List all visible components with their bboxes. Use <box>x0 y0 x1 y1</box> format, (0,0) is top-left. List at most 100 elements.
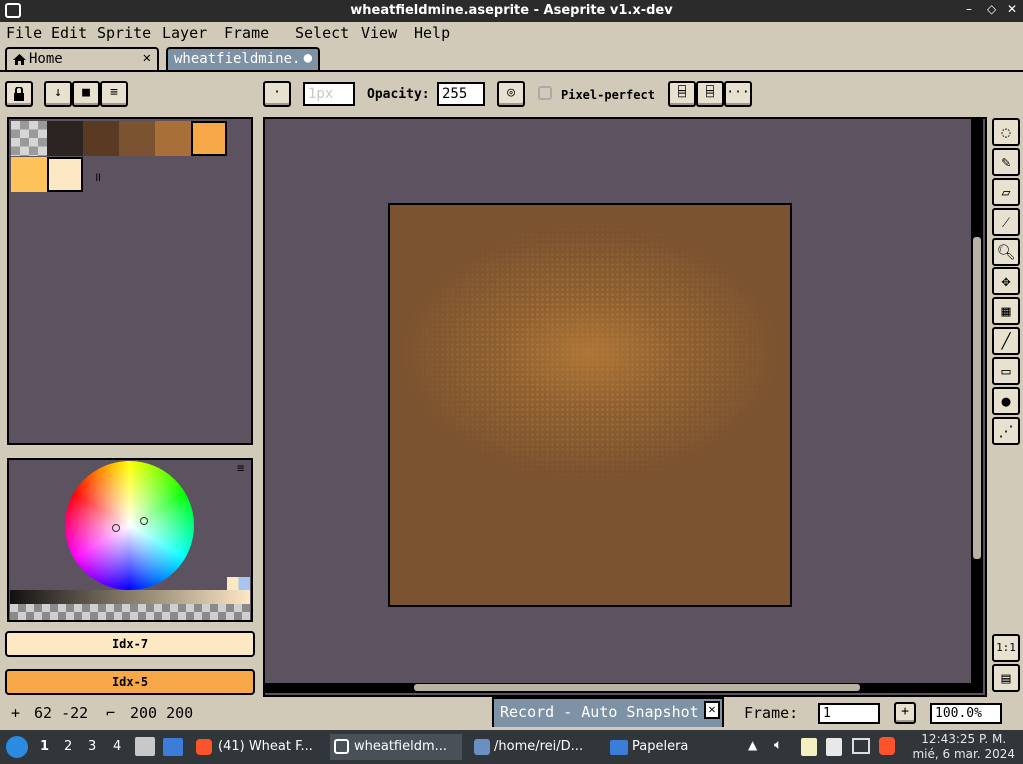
palette-resize-icon[interactable]: ॥ <box>94 168 101 185</box>
add-frame-button[interactable]: + <box>894 702 916 724</box>
aseprite-task-icon <box>334 739 349 754</box>
close-window-icon[interactable]: ✕ <box>1007 2 1017 16</box>
start-menu-icon[interactable] <box>6 736 28 758</box>
workspace-4[interactable]: 4 <box>113 739 121 754</box>
menu-layer[interactable]: Layer <box>162 24 207 42</box>
background-color-button[interactable]: Idx-5 <box>5 669 255 695</box>
palette-swatch-6[interactable] <box>11 157 47 192</box>
menu-help[interactable]: Help <box>414 24 450 42</box>
palette-swatch-transparent[interactable] <box>11 121 47 156</box>
value-slider[interactable] <box>10 590 250 604</box>
workspace-3[interactable]: 3 <box>88 739 96 754</box>
desktop-launcher-icon[interactable] <box>163 738 183 756</box>
lock-button[interactable] <box>5 81 33 107</box>
one-to-one-button[interactable]: 1:1 <box>992 634 1020 662</box>
eraser-tool[interactable]: ▱ <box>992 178 1020 206</box>
vertical-scroll-thumb[interactable] <box>973 237 981 559</box>
sprite-canvas[interactable] <box>388 203 792 607</box>
clipboard-tray-icon[interactable] <box>826 738 842 756</box>
menu-view[interactable]: View <box>361 24 397 42</box>
menu-edit[interactable]: Edit <box>51 24 87 42</box>
vertical-scrollbar[interactable] <box>971 119 983 683</box>
ink-button[interactable]: ◎ <box>497 81 525 107</box>
window-titlebar: wheatfieldmine.aseprite - Aseprite v1.x-… <box>0 0 1023 22</box>
symmetry-horizontal-button[interactable]: ⌸ <box>696 81 724 107</box>
brave-tray-icon[interactable] <box>879 737 895 755</box>
move-tool[interactable]: ✥ <box>992 267 1020 295</box>
record-auto-snapshot-tab[interactable]: Record - Auto Snapshot ✕ <box>492 697 724 727</box>
volume-icon[interactable]: 🔈︎ <box>774 737 782 753</box>
brush-size-input[interactable]: 1px <box>303 82 355 106</box>
alpha-slider[interactable] <box>10 604 250 620</box>
tab-modified-icon[interactable]: ● <box>304 50 312 66</box>
blur-tool[interactable]: ⋰ <box>992 417 1020 445</box>
tray-arrow-icon[interactable]: ▲ <box>748 738 757 752</box>
palette-swatch-5-selected[interactable] <box>191 121 227 156</box>
line-tool[interactable]: ╱ <box>992 327 1020 355</box>
brush-type-button[interactable]: · <box>263 81 291 107</box>
timeline-icon: ▤ <box>1001 669 1011 687</box>
symmetry-vertical-button[interactable]: ⌸ <box>668 81 696 107</box>
opacity-label: Opacity: <box>367 87 430 102</box>
down-arrow-icon: ↓ <box>54 85 62 100</box>
eyedropper-tool[interactable]: ⁄ <box>992 208 1020 236</box>
zoom-input[interactable]: 100.0% <box>930 703 1002 724</box>
clock-date: mié, 6 mar. 2024 <box>912 747 1015 761</box>
brave-icon <box>196 739 212 755</box>
tab-home[interactable]: Home ✕ <box>5 47 159 70</box>
record-close-icon[interactable]: ✕ <box>704 701 720 719</box>
palette-swatch-2[interactable] <box>83 121 119 156</box>
palette-swatch-4[interactable] <box>155 121 191 156</box>
menu-frame[interactable]: Frame <box>224 24 269 42</box>
taskbar-task-aseprite[interactable]: wheatfieldm... <box>330 734 462 760</box>
frame-input[interactable]: 1 <box>818 703 880 724</box>
pixel-perfect-checkbox[interactable] <box>538 86 552 100</box>
menu-file[interactable]: File <box>6 24 42 42</box>
system-clock[interactable]: 12:43:25 P. M. mié, 6 mar. 2024 <box>912 732 1015 762</box>
home-icon <box>13 54 26 65</box>
tools-panel: ◌ ✎ ▱ ⁄ 🔍︎ ✥ ▦ ╱ ▭ ● ⋰ 1:1 ▤ <box>989 117 1023 697</box>
notes-tray-icon[interactable] <box>801 738 817 756</box>
palette-down-button[interactable]: ↓ <box>44 81 72 107</box>
palette-swatch-3[interactable] <box>119 121 155 156</box>
palette-square-button[interactable]: ■ <box>72 81 100 107</box>
tab-document[interactable]: wheatfieldmine. ● <box>166 47 320 70</box>
pencil-tool[interactable]: ✎ <box>992 148 1020 176</box>
workspace-2[interactable]: 2 <box>64 739 72 754</box>
cursor-position: 62 -22 <box>34 704 89 722</box>
horizontal-scroll-thumb[interactable] <box>414 684 860 691</box>
gradient-tool[interactable]: ▦ <box>992 297 1020 325</box>
taskbar-task-browser[interactable]: (41) Wheat F... <box>194 734 322 760</box>
taskbar-task-trash[interactable]: Papelera <box>608 734 718 760</box>
palette-swatch-1[interactable] <box>47 121 83 156</box>
horizontal-scrollbar[interactable] <box>265 683 983 693</box>
rectangle-tool[interactable]: ▭ <box>992 357 1020 385</box>
color-wheel-menu-icon[interactable]: ≡ <box>237 461 244 475</box>
marquee-icon: ◌ <box>1001 123 1011 141</box>
symmetry-icon: ⌸ <box>678 85 686 100</box>
screen-tray-icon[interactable] <box>852 738 870 754</box>
blur-icon: ⋰ <box>998 422 1014 440</box>
cursor-icon: + <box>11 704 21 722</box>
color-wheel-marker-1 <box>112 524 120 532</box>
color-wheel[interactable] <box>65 461 194 590</box>
timeline-button[interactable]: ▤ <box>992 664 1020 692</box>
fill-tool[interactable]: ● <box>992 387 1020 415</box>
palette-menu-button[interactable]: ≡ <box>100 81 128 107</box>
palette-swatch-7-selected[interactable] <box>47 157 83 192</box>
menu-sprite[interactable]: Sprite <box>97 24 151 42</box>
foreground-color-button[interactable]: Idx-7 <box>5 631 255 657</box>
menu-select[interactable]: Select <box>295 24 349 42</box>
sprite-size-icon: ⌐ <box>106 704 116 722</box>
zoom-tool[interactable]: 🔍︎ <box>992 238 1020 266</box>
tab-home-close-icon[interactable]: ✕ <box>143 50 151 66</box>
opacity-input[interactable]: 255 <box>437 82 485 106</box>
workspace-1[interactable]: 1 <box>40 739 49 754</box>
file-manager-launcher-icon[interactable] <box>135 737 155 756</box>
taskbar-task-editor[interactable]: /home/rei/D... <box>470 734 600 760</box>
more-options-button[interactable]: ··· <box>724 81 752 107</box>
minimize-icon[interactable]: – <box>966 2 972 16</box>
maximize-icon[interactable]: ◇ <box>987 2 996 16</box>
task-label-trash: Papelera <box>632 739 689 754</box>
marquee-tool[interactable]: ◌ <box>992 118 1020 146</box>
